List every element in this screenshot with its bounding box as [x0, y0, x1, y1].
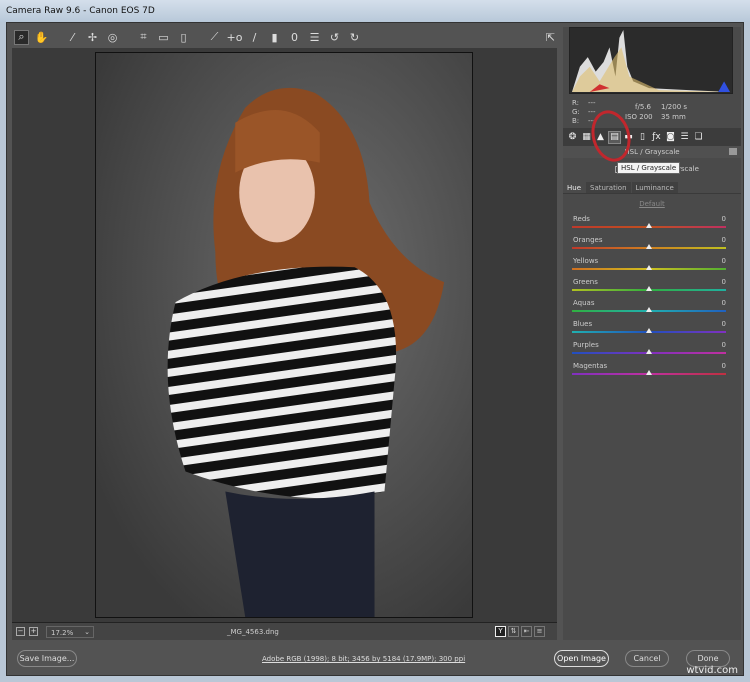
slider-value[interactable]: 0 [722, 257, 726, 265]
rotate-right-icon[interactable]: ↻ [347, 30, 362, 45]
slider-thumb[interactable] [646, 244, 652, 249]
presets-icon[interactable]: ☰ [679, 132, 690, 143]
tab-saturation[interactable]: Saturation [586, 182, 631, 193]
before-after-view-button[interactable]: Y [495, 626, 506, 637]
photo [95, 52, 473, 618]
zoom-tool-icon[interactable]: ⌕ [14, 29, 29, 45]
r-label: R: [572, 99, 580, 107]
color-sampler-tool-icon[interactable]: ✢ [85, 30, 100, 45]
info-readout: R: --- G: --- B: --- f/5.6 1/200 s ISO 200 … [563, 97, 741, 127]
slider-label: Purples [573, 341, 599, 349]
toolbar: ⌕ ✋ ⁄ ✢ ◎ ⌗ ▭ ▯ ⟋ +o / ▮ 0 ☰ ↺ ↻ ⇱ [12, 27, 560, 47]
image-preview[interactable] [12, 48, 557, 622]
slider-thumb[interactable] [646, 286, 652, 291]
effects-icon[interactable]: ƒx [651, 132, 662, 143]
slider-label: Oranges [573, 236, 603, 244]
slider-yellows[interactable]: Yellows 0 [572, 257, 732, 277]
slider-thumb[interactable] [646, 328, 652, 333]
slider-value[interactable]: 0 [722, 341, 726, 349]
g-value: --- [588, 108, 596, 116]
slider-purples[interactable]: Purples 0 [572, 341, 732, 361]
zoom-level-select[interactable]: 17.2% ⌄ [46, 625, 94, 638]
snapshots-icon[interactable]: ❏ [693, 132, 704, 143]
panel-title: HSL / Grayscale [563, 146, 741, 158]
focal-length: 35 mm [661, 113, 686, 121]
shutter: 1/200 s [661, 103, 688, 111]
zoom-in-button[interactable]: + [29, 627, 38, 636]
fullscreen-icon[interactable]: ⇱ [543, 30, 558, 45]
transform-tool-icon[interactable]: ▯ [176, 30, 191, 45]
slider-value[interactable]: 0 [722, 215, 726, 223]
adjustment-panel: R: --- G: --- B: --- f/5.6 1/200 s ISO 200 … [563, 27, 741, 640]
slider-greens[interactable]: Greens 0 [572, 278, 732, 298]
workflow-options-link[interactable]: Adobe RGB (1998); 8 bit; 3456 by 5184 (1… [262, 655, 465, 663]
tooltip: HSL / Grayscale [617, 162, 681, 174]
red-eye-tool-icon[interactable]: +o [227, 30, 243, 45]
slider-blues[interactable]: Blues 0 [572, 320, 732, 340]
g-label: G: [572, 108, 580, 116]
aperture: f/5.6 [635, 103, 651, 111]
preferences-icon[interactable]: ☰ [307, 30, 322, 45]
camera-calibration-icon[interactable]: ◙ [665, 132, 676, 143]
slider-thumb[interactable] [646, 370, 652, 375]
slider-label: Magentas [573, 362, 608, 370]
rotate-left-icon[interactable]: ↺ [327, 30, 342, 45]
toggle-settings-icon[interactable]: ≡ [534, 626, 545, 637]
slider-thumb[interactable] [646, 349, 652, 354]
b-label: B: [572, 117, 580, 125]
open-image-button[interactable]: Open Image [554, 650, 609, 667]
white-balance-tool-icon[interactable]: ⁄ [65, 30, 80, 45]
slider-label: Aquas [573, 299, 595, 307]
cancel-button[interactable]: Cancel [625, 650, 669, 667]
radial-filter-icon[interactable]: 0 [287, 30, 302, 45]
slider-label: Blues [573, 320, 593, 328]
slider-value[interactable]: 0 [722, 299, 726, 307]
slider-thumb[interactable] [646, 223, 652, 228]
slider-reds[interactable]: Reds 0 [572, 215, 732, 235]
chevron-down-icon: ⌄ [84, 627, 90, 636]
straighten-tool-icon[interactable]: ▭ [156, 30, 171, 45]
slider-value[interactable]: 0 [722, 362, 726, 370]
spot-removal-tool-icon[interactable]: ⟋ [207, 30, 222, 45]
adjustment-brush-icon[interactable]: / [247, 30, 262, 45]
iso: ISO 200 [625, 113, 653, 121]
slider-label: Yellows [573, 257, 599, 265]
histogram [569, 27, 733, 94]
panel-menu-icon[interactable] [729, 148, 737, 155]
slider-value[interactable]: 0 [722, 320, 726, 328]
swap-settings-icon[interactable]: ⇅ [508, 626, 519, 637]
slider-oranges[interactable]: Oranges 0 [572, 236, 732, 256]
filename: _MG_4563.dng [227, 628, 279, 636]
slider-magentas[interactable]: Magentas 0 [572, 362, 732, 382]
slider-thumb[interactable] [646, 265, 652, 270]
panel-tabs: ❂ ▦ ▲ ▤ ▬ ▯ ƒx ◙ ☰ ❏ [563, 128, 741, 146]
status-bar: − + 17.2% ⌄ _MG_4563.dng Y ⇅ ⇤ ≡ [12, 622, 557, 640]
default-link[interactable]: Default [563, 200, 741, 208]
graduated-filter-icon[interactable]: ▮ [267, 30, 282, 45]
tab-luminance[interactable]: Luminance [631, 182, 678, 193]
slider-thumb[interactable] [646, 307, 652, 312]
targeted-adjustment-tool-icon[interactable]: ◎ [105, 30, 120, 45]
zoom-level: 17.2% [51, 628, 74, 637]
copy-settings-icon[interactable]: ⇤ [521, 626, 532, 637]
slider-label: Reds [573, 215, 590, 223]
slider-value[interactable]: 0 [722, 236, 726, 244]
lens-corrections-icon[interactable]: ▯ [637, 132, 648, 143]
watermark: wtvid.com [686, 665, 738, 676]
r-value: --- [588, 99, 596, 107]
slider-aquas[interactable]: Aquas 0 [572, 299, 732, 319]
zoom-out-button[interactable]: − [16, 627, 25, 636]
hsl-tabs: Hue Saturation Luminance [563, 182, 741, 194]
tab-hue[interactable]: Hue [563, 182, 586, 193]
panel-title-text: HSL / Grayscale [624, 148, 680, 156]
hand-tool-icon[interactable]: ✋ [34, 30, 49, 45]
basic-icon[interactable]: ❂ [567, 132, 578, 143]
crop-tool-icon[interactable]: ⌗ [136, 30, 151, 45]
save-image-button[interactable]: Save Image... [17, 650, 77, 667]
slider-value[interactable]: 0 [722, 278, 726, 286]
window-title: Camera Raw 9.6 - Canon EOS 7D [0, 0, 750, 22]
slider-label: Greens [573, 278, 598, 286]
